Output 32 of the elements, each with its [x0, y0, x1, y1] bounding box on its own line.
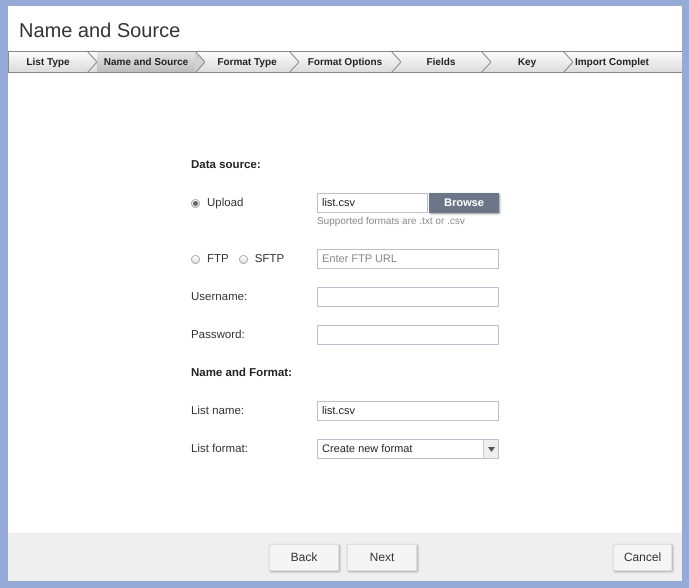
username-field[interactable]: [317, 287, 499, 307]
list-name-field[interactable]: list.csv: [317, 401, 499, 421]
radio-label: Upload: [207, 197, 244, 209]
wizard-step[interactable]: List Type: [9, 52, 87, 72]
next-button[interactable]: Next: [347, 544, 417, 570]
window-title: Name and Source: [18, 19, 182, 44]
field-label: List format:: [191, 443, 248, 455]
radio-button[interactable]: [191, 254, 200, 264]
hint-text: Supported formats are .txt or .csv: [317, 216, 465, 227]
file-field[interactable]: list.csv: [317, 193, 428, 213]
wizard-step[interactable]: Import Complet: [573, 52, 682, 72]
wizard-step[interactable]: Format Options: [299, 52, 391, 72]
field-label: Username:: [191, 291, 248, 303]
radio-label: FTP: [207, 253, 229, 265]
wizard-step[interactable]: Key: [491, 52, 563, 72]
wizard-step[interactable]: Fields: [401, 52, 481, 72]
back-button[interactable]: Back: [269, 544, 339, 570]
radio-button[interactable]: [238, 254, 248, 264]
cancel-button[interactable]: Cancel: [613, 544, 672, 570]
caret-icon: [488, 446, 494, 452]
list-format-dropdown[interactable]: Create new format: [317, 439, 499, 459]
browse-button[interactable]: Browse: [429, 193, 499, 213]
radio-button[interactable]: [191, 198, 200, 208]
section-heading: Data source:: [191, 159, 261, 171]
field-label: Password:: [191, 329, 245, 341]
wizard-step[interactable]: Format Type: [205, 52, 289, 72]
wizard-step[interactable]: Name and Source: [97, 52, 195, 72]
password-field[interactable]: [317, 325, 499, 345]
radio-label: SFTP: [254, 253, 284, 265]
section-heading: Name and Format:: [191, 367, 292, 379]
field-label: List name:: [191, 405, 244, 417]
ftp-url-field[interactable]: Enter FTP URL: [317, 249, 499, 269]
